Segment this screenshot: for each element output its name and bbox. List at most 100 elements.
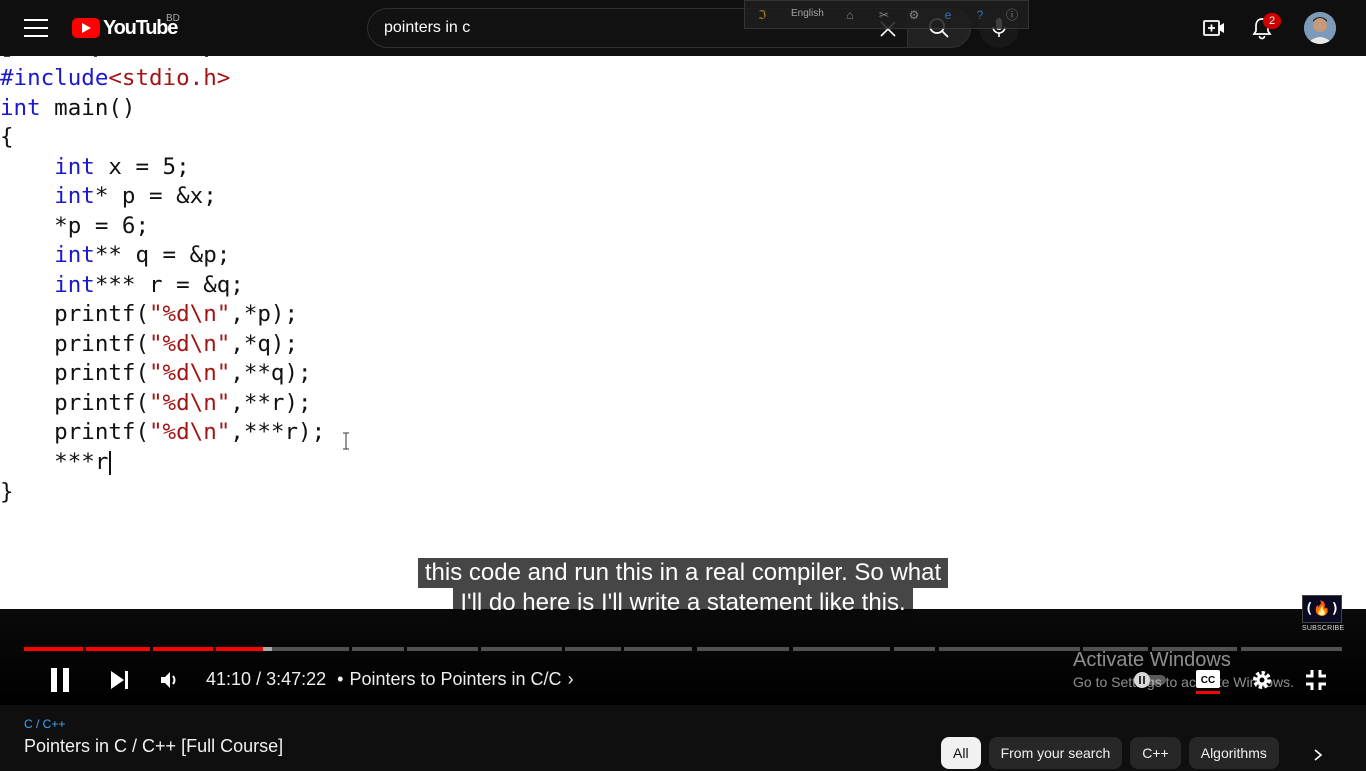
code-line: printf("%d\n",*q); (0, 329, 298, 359)
code-token: main() (40, 95, 136, 121)
player-controls: 41:10 / 3:47:22 • Pointers to Pointers in… (0, 658, 1366, 702)
chapter-segment (793, 647, 890, 651)
freecodecamp-logo-icon: (🔥) (1302, 595, 1342, 623)
chapter-chevron-icon[interactable]: › (568, 669, 574, 689)
played-segment (216, 647, 263, 651)
chapter-segment (624, 647, 692, 651)
menu-icon[interactable] (22, 16, 50, 40)
subtitles-button[interactable]: CC (1188, 662, 1228, 698)
code-token: int (54, 154, 95, 180)
code-token: <stdio.h> (108, 65, 231, 91)
chapter-segment (352, 647, 404, 651)
youtube-logo[interactable]: YouTube BD (72, 13, 180, 40)
code-token: #include (0, 65, 109, 91)
info-icon[interactable]: ⓘ (1005, 8, 1019, 22)
code-token: ,***r); (230, 419, 326, 445)
code-token: "%d\n" (149, 390, 231, 416)
code-token: ** q = &p; (94, 242, 231, 268)
channel-watermark[interactable]: (🔥) SUBSCRIBE (1302, 595, 1345, 635)
chapter-separator: • (337, 669, 344, 689)
chapter-segment (407, 647, 478, 651)
watermark-subscribe-label: SUBSCRIBE (1302, 625, 1345, 632)
chapter-title[interactable]: Pointers to Pointers in C/C (349, 669, 561, 689)
mute-button[interactable] (150, 662, 190, 698)
exit-fullscreen-icon (1306, 670, 1326, 690)
ime-logo-icon[interactable]: ℑ (755, 8, 769, 22)
chip-from-your-search[interactable]: From your search (988, 737, 1123, 769)
code-line: int* p = &x; (0, 181, 217, 211)
video-title: Pointers in C / C++ [Full Course] (24, 736, 284, 756)
code-token: x = 5; (94, 154, 190, 180)
code-token: ,*p); (230, 301, 299, 327)
chips-next-button[interactable] (1302, 739, 1334, 771)
code-line: } (0, 477, 14, 507)
code-token: *p = 6; (0, 213, 150, 239)
help-icon[interactable]: ? (973, 8, 987, 22)
duration: 3:47:22 (266, 669, 327, 689)
chapter-segment (481, 647, 562, 651)
exit-fullscreen-button[interactable] (1296, 662, 1336, 698)
code-token: ***r (0, 449, 109, 475)
code-token: int (54, 272, 95, 298)
video-info-bar: C / C++ Pointers in C / C++ [Full Course… (0, 705, 1366, 771)
notification-badge: 2 (1263, 13, 1281, 29)
code-token: int (54, 242, 95, 268)
code-token: { (0, 124, 14, 150)
ime-language-toolbar: ℑ English ⌂ ✂ ⚙ e ? ⓘ (744, 0, 1029, 29)
browser-icon[interactable]: e (941, 8, 955, 22)
ime-language-label[interactable]: English (791, 8, 824, 19)
code-line: ***r (0, 447, 112, 477)
played-segment (86, 647, 150, 651)
playlist-breadcrumb[interactable]: C / C++ (24, 717, 65, 731)
code-token: } (0, 479, 14, 505)
chip-algorithms[interactable]: Algorithms (1188, 737, 1279, 769)
code-line: { (0, 122, 14, 152)
autoplay-pause-icon (1134, 672, 1166, 688)
code-token: "%d\n" (149, 360, 231, 386)
code-token: printf( (0, 331, 150, 357)
code-token: int (54, 183, 95, 209)
played-segment (153, 647, 213, 651)
code-line: int*** r = &q; (0, 270, 244, 300)
chapter-segment (939, 647, 1080, 651)
tools-icon[interactable]: ✂ (877, 8, 891, 22)
code-line: printf("%d\n",***r); (0, 417, 325, 447)
cropped-text-fragment (4, 56, 208, 57)
code-token: printf( (0, 419, 150, 445)
settings-button[interactable] (1242, 662, 1282, 698)
avatar[interactable] (1304, 12, 1336, 44)
keyboard-icon[interactable]: ⌂ (843, 8, 857, 22)
code-token: printf( (0, 360, 150, 386)
settings-small-icon[interactable]: ⚙ (907, 8, 921, 22)
code-token: printf( (0, 301, 150, 327)
pause-button[interactable] (40, 662, 80, 698)
time-display: 41:10 / 3:47:22 • Pointers to Pointers in… (206, 669, 574, 689)
code-token: ,**r); (230, 390, 312, 416)
youtube-play-icon (72, 18, 100, 38)
chip-cpp[interactable]: C++ (1130, 737, 1181, 769)
closed-captions-icon: CC (1196, 670, 1220, 694)
chevron-right-icon (1314, 749, 1323, 761)
create-button[interactable] (1196, 10, 1232, 46)
chip-all[interactable]: All (941, 737, 981, 769)
code-token: ,*q); (230, 331, 299, 357)
chapter-segment (697, 647, 789, 651)
chapter-segment (894, 647, 935, 651)
next-button[interactable] (100, 662, 140, 698)
video-player[interactable]: #include<stdio.h> int main(){ int x = 5; … (0, 56, 1366, 705)
caption-window[interactable]: this code and run this in a real compile… (0, 558, 1366, 618)
code-line: #include<stdio.h> (0, 63, 230, 93)
played-segment (24, 647, 83, 651)
caption-line-1: this code and run this in a real compile… (417, 558, 949, 588)
svg-text:CC: CC (1201, 675, 1215, 686)
caption-line-2: I'll do here is I'll write a statement l… (453, 588, 913, 618)
code-line: int** q = &p; (0, 240, 230, 270)
code-token: ,**q); (230, 360, 312, 386)
code-line: int main() (0, 93, 135, 123)
autoplay-toggle[interactable] (1128, 662, 1172, 698)
filter-chips: All From your search C++ Algorithms (941, 737, 1279, 769)
